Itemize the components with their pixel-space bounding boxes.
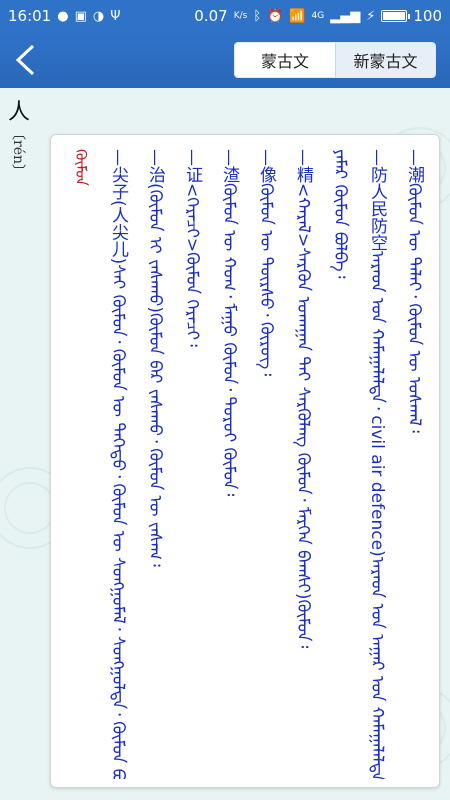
status-speed: 0.07 <box>194 7 228 25</box>
entry-label: ᠬᠦᠮᠦᠨ <box>72 149 90 186</box>
definition-line: —渣ᠬᠦᠮᠦᠨ ᠦ ᠬᠣᠭ᠂ ᠮᠠᠭᠤ ᠬᠦᠮᠦᠨ᠂ ᠳᠣᠷᠣᠢ ᠬᠦᠮᠦᠨ᠄ <box>219 149 239 497</box>
charging-icon: ⚡ <box>366 8 376 24</box>
definition-line: —证<ᠭᠡᠷᠡᠴᠢ>ᠬᠦᠮᠦᠨ ᠭᠡᠷᠡᠴᠢ᠄ <box>182 149 202 347</box>
back-button[interactable] <box>0 32 52 88</box>
definition-line: —尖子(人尖儿)ᠰᠠᠢ ᠬᠦᠮᠦᠨ᠂ ᠬᠦᠮᠦᠨ ᠦ ᠳᠡᠭᠡᠳᠦ᠂ ᠬᠦᠮᠦᠨ… <box>108 149 128 779</box>
app-bar: 蒙古文 新蒙古文 <box>0 32 450 88</box>
definition-line: —治(ᠬᠦᠮᠦᠨ ᠢ ᠵᠠᠰᠠᠬᠤ)ᠬᠦᠮᠦᠨ ᠪᠠᠷ ᠵᠠᠰᠠᠬᠤ᠂ ᠬᠦᠮᠦ… <box>145 149 165 567</box>
definition-card: ᠬᠦᠮᠦᠨ —尖子(人尖儿)ᠰᠠᠢ ᠬᠦᠮᠦᠨ᠂ ᠬᠦᠮᠦᠨ ᠦ ᠳᠡᠭᠡᠳᠦ᠂ … <box>50 134 440 788</box>
status-right: 0.07 K/s ᛒ ⏰ 📶 4G ▂▄▆ ⚡ 100 <box>194 7 442 25</box>
status-time: 16:01 <box>8 7 52 25</box>
status-bar: 16:01 ● ▣ ◑ Ψ 0.07 K/s ᛒ ⏰ 📶 4G ▂▄▆ ⚡ 10… <box>0 0 450 32</box>
battery-icon <box>381 10 411 22</box>
signal-icon: ▂▄▆ <box>330 8 361 24</box>
definition-line: ᠶᠠᠮᠠᠷ ᠬᠦᠮᠦᠨ ᠪᠣᠯᠪᠠ᠄ <box>330 149 350 279</box>
status-left: 16:01 ● ▣ ◑ Ψ <box>8 7 120 25</box>
definition-line: —像ᠬᠦᠮᠦᠨ ᠦ ᠳᠦᠷᠰᠦ᠂ ᠬᠥᠷᠥᠭ᠄ <box>256 149 276 377</box>
image-icon: ▣ <box>74 8 87 24</box>
pinyin: 〔rén〕 <box>10 126 26 178</box>
tab-new-mongolian-script[interactable]: 新蒙古文 <box>335 43 435 77</box>
definition-columns: ᠬᠦᠮᠦᠨ —尖子(人尖儿)ᠰᠠᠢ ᠬᠦᠮᠦᠨ᠂ ᠬᠦᠮᠦᠨ ᠦ ᠳᠡᠭᠡᠳᠦ᠂ … <box>51 135 439 787</box>
contrast-icon: ◑ <box>92 8 105 24</box>
status-battery: 100 <box>413 7 442 25</box>
status-speed-unit: K/s <box>233 10 248 21</box>
alarm-icon: ⏰ <box>267 8 284 24</box>
definition-line: —防人民防空ᠠᠷᠠᠳ ᠤᠨ ᠬᠠᠮᠠᠭᠠᠯᠠᠯᠲᠠ᠂ civil air def… <box>367 149 387 779</box>
wechat-icon: ● <box>57 8 69 24</box>
headword: 人 <box>8 100 31 125</box>
status-network: 4G <box>311 10 325 21</box>
content-area: 人 〔rén〕 ᠬᠦᠮᠦᠨ —尖子(人尖儿)ᠰᠠᠢ ᠬᠦᠮᠦᠨ᠂ ᠬᠦᠮᠦᠨ ᠦ … <box>0 88 450 800</box>
wifi-icon: 📶 <box>289 8 306 24</box>
bluetooth-icon: ᛒ <box>253 8 262 24</box>
definition-line: —精<ᠬᠠᠷᠠᠯ>ᠰᠡᠷᠭᠦᠨ ᠤᠬᠠᠭᠠᠨ ᠲᠠᠢ ᠰᠡᠷᠭᠦᠯᠡᠩ ᠬᠦᠮᠦ… <box>293 149 313 649</box>
definition-line: —潮ᠬᠦᠮᠦᠨ ᠦ ᠳᠠᠯᠠᠢ᠂ ᠬᠦᠮᠦᠨ ᠦ ᠤᠰᠬᠠᠯ᠄ <box>404 149 424 433</box>
chevron-left-icon <box>15 44 35 76</box>
usb-icon: Ψ <box>110 8 121 24</box>
script-toggle: 蒙古文 新蒙古文 <box>234 42 436 78</box>
tab-mongolian-script[interactable]: 蒙古文 <box>235 43 335 77</box>
